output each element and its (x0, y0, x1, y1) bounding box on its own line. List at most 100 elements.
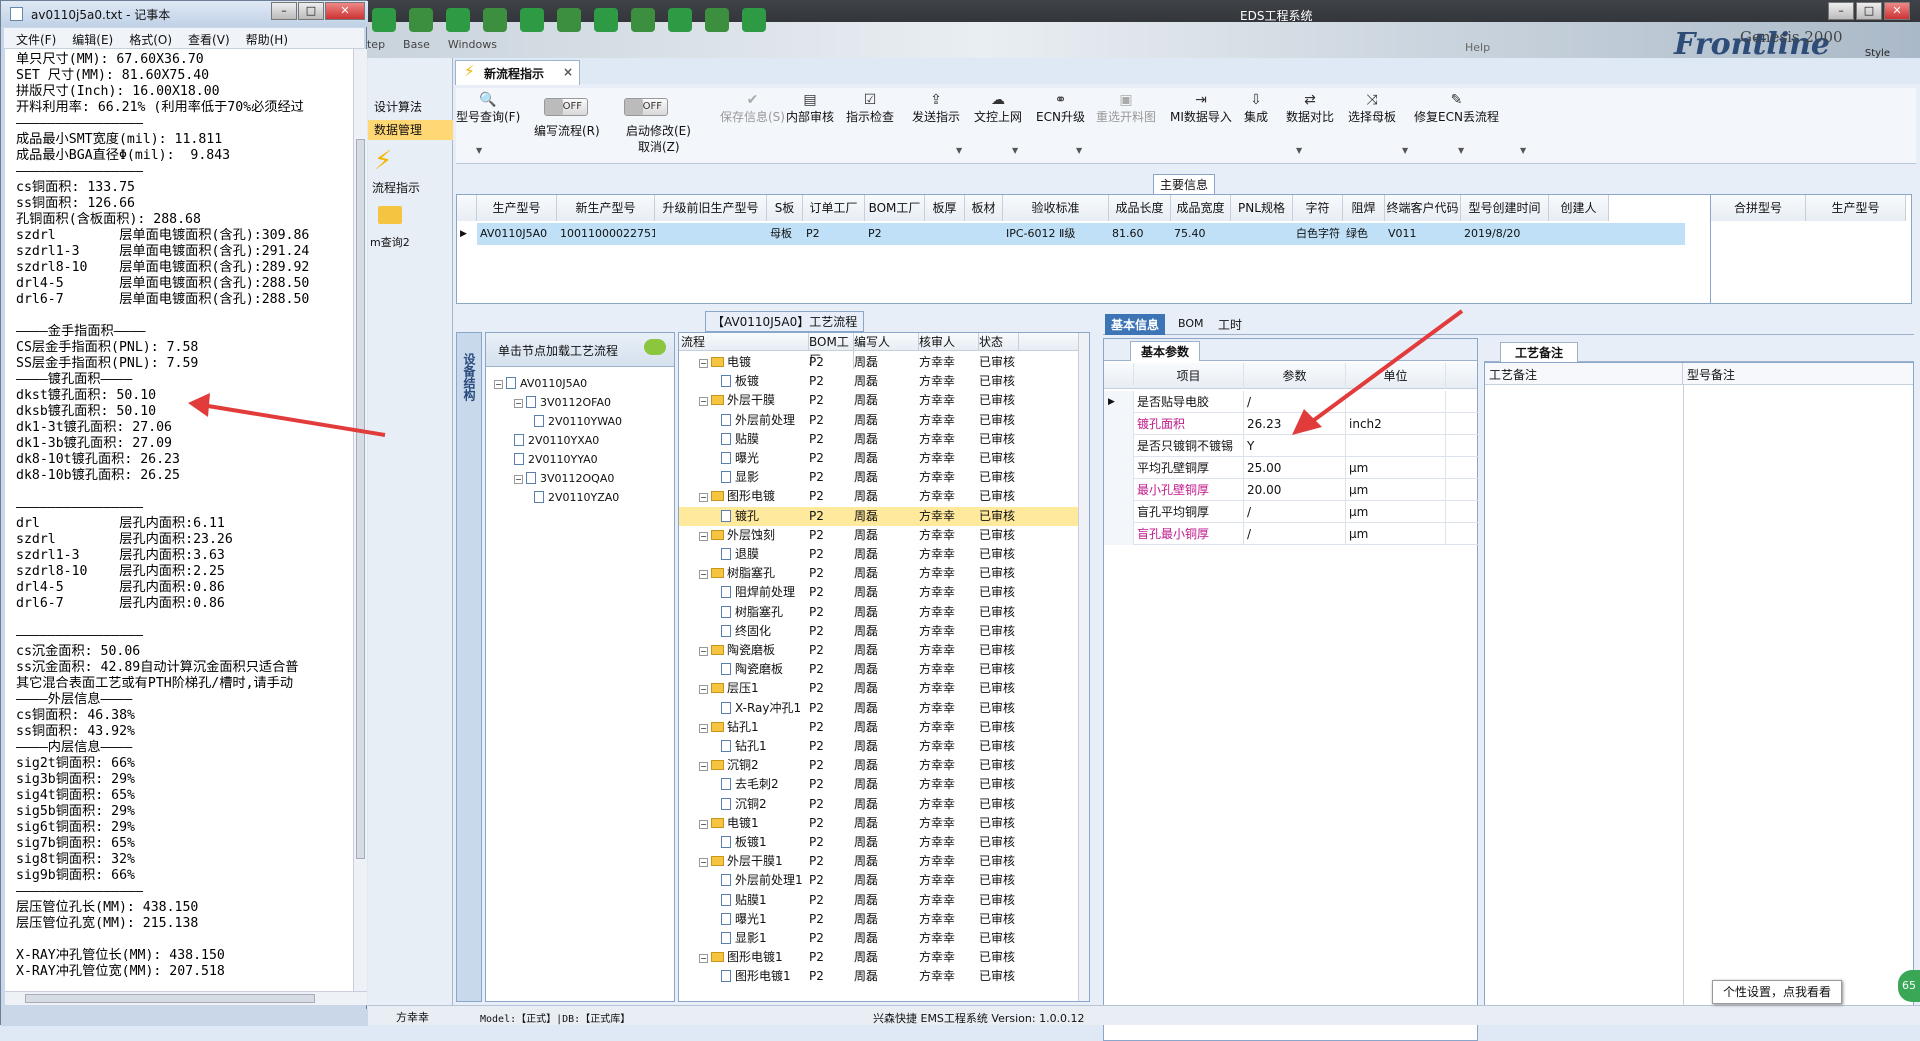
cell[interactable] (655, 223, 767, 245)
cell[interactable]: IPC-6012 Ⅱ级 (1003, 223, 1109, 245)
flow-row[interactable]: 阻焊前处理 P2 周磊 方幸幸 已审核 (679, 583, 1079, 602)
nav-flow-indicator[interactable]: 流程指示 (368, 179, 453, 196)
basic-row[interactable]: 盲孔最小铜厚 / μm (1104, 523, 1479, 545)
col-header[interactable]: 成品宽度 (1171, 195, 1231, 221)
flow-row[interactable]: − 电镀1 P2 周磊 方幸幸 已审核 (679, 814, 1079, 833)
flow-row[interactable]: 外层前处理1 P2 周磊 方幸幸 已审核 (679, 871, 1079, 890)
dropdown-arrow-icon[interactable]: ▼ (1520, 146, 1526, 155)
app-tool-icon[interactable] (668, 8, 692, 32)
nav-query[interactable]: m查询2 (368, 234, 453, 250)
col-header[interactable]: 板厚 (925, 195, 965, 221)
notepad-text-area[interactable]: 单只尺寸(MM): 67.60X36.70 SET 尺寸(MM): 81.60X7… (5, 49, 353, 991)
flow-row[interactable]: − 图形电镀1 P2 周磊 方幸幸 已审核 (679, 948, 1079, 967)
flow-row[interactable]: 终固化 P2 周磊 方幸幸 已审核 (679, 622, 1079, 641)
col-header[interactable]: 阻焊 (1343, 195, 1385, 221)
app-tool-icon[interactable] (705, 8, 729, 32)
expand-icon[interactable]: − (514, 475, 523, 484)
app-tool-icon[interactable] (520, 8, 544, 32)
param-value[interactable]: / (1244, 501, 1346, 523)
tree-node[interactable]: 2V0110YZA0 (534, 491, 619, 504)
toggle-off-switch[interactable]: OFF (624, 98, 668, 116)
col-header[interactable]: 型号创建时间 (1461, 195, 1549, 221)
flow-row[interactable]: 沉铜2 P2 周磊 方幸幸 已审核 (679, 795, 1079, 814)
app-tool-icon[interactable] (557, 8, 581, 32)
param-value[interactable]: 25.00 (1244, 457, 1346, 479)
notepad-close-button[interactable]: ✕ (325, 2, 365, 20)
flow-row[interactable]: 曝光1 P2 周磊 方幸幸 已审核 (679, 910, 1079, 929)
right-col-header[interactable]: 合拼型号 (1710, 195, 1806, 221)
flow-row[interactable]: 贴膜 P2 周磊 方幸幸 已审核 (679, 430, 1079, 449)
basic-row[interactable]: ▶ 是否贴导电胶 / (1104, 391, 1479, 413)
dropdown-arrow-icon[interactable]: ▼ (1402, 146, 1408, 155)
expand-icon[interactable]: − (514, 399, 523, 408)
toolbar-checklist-button[interactable]: ☑ 指示检查 (846, 92, 894, 125)
personalize-tooltip[interactable]: 个性设置，点我看看 (1712, 980, 1842, 1004)
basic-row[interactable]: 最小孔壁铜厚 20.00 μm (1104, 479, 1479, 501)
flow-col-header[interactable]: 编写人 (854, 333, 919, 351)
notepad-maximize-button[interactable]: □ (298, 2, 324, 20)
flow-row[interactable]: 贴膜1 P2 周磊 方幸幸 已审核 (679, 891, 1079, 910)
tree-node[interactable]: 2V0110YXA0 (514, 434, 599, 447)
collapse-icon[interactable]: − (699, 762, 708, 772)
flow-row[interactable]: 显影1 P2 周磊 方幸幸 已审核 (679, 929, 1079, 948)
collapse-icon[interactable]: − (699, 359, 708, 368)
col-header[interactable]: S板 (767, 195, 803, 221)
notepad-vscroll-thumb[interactable] (356, 139, 365, 859)
app-tool-icon[interactable] (372, 8, 396, 32)
col-header[interactable]: PNL规格 (1231, 195, 1293, 221)
collapse-icon[interactable]: − (699, 723, 708, 733)
dropdown-arrow-icon[interactable]: ▼ (1012, 146, 1018, 155)
tree-node[interactable]: 2V0110YWA0 (534, 415, 622, 428)
collapse-icon[interactable]: − (699, 397, 708, 407)
cell[interactable]: 10011000022751 (557, 223, 655, 245)
col-header[interactable]: 字符 (1293, 195, 1343, 221)
app-maximize-button[interactable]: □ (1856, 2, 1882, 20)
cell[interactable] (925, 223, 965, 245)
collapse-icon[interactable]: − (699, 954, 708, 964)
toolbar-2-button[interactable]: 启动修改(E) (626, 122, 691, 139)
notepad-menu-item[interactable]: 查看(V) (188, 33, 230, 47)
notepad-vscroll[interactable] (353, 49, 367, 991)
dropdown-arrow-icon[interactable]: ▼ (1458, 146, 1464, 155)
app-tool-icon[interactable] (483, 8, 507, 32)
flow-row[interactable]: − 沉铜2 P2 周磊 方幸幸 已审核 (679, 756, 1079, 775)
flow-row[interactable]: X-Ray冲孔1 P2 周磊 方幸幸 已审核 (679, 699, 1079, 718)
basic-row[interactable]: 是否只镀铜不镀锡 Y (1104, 435, 1479, 457)
dropdown-arrow-icon[interactable]: ▼ (956, 146, 962, 155)
flow-row[interactable]: 树脂塞孔 P2 周磊 方幸幸 已审核 (679, 603, 1079, 622)
cancel-button[interactable]: 取消(Z) (638, 138, 680, 155)
col-header[interactable]: 板材 (965, 195, 1003, 221)
flow-row[interactable]: 图形电镀1 P2 周磊 方幸幸 已审核 (679, 967, 1079, 986)
tab-basic-params[interactable]: 基本参数 (1130, 341, 1201, 361)
flow-row[interactable]: 陶瓷磨板 P2 周磊 方幸幸 已审核 (679, 660, 1079, 679)
tab-new-flow[interactable]: ⚡ 新流程指示 × (455, 60, 580, 85)
tree-node[interactable]: 2V0110YYA0 (514, 453, 598, 466)
right-col-header[interactable]: 生产型号 (1806, 195, 1906, 221)
notepad-minimize-button[interactable]: – (271, 2, 297, 20)
cell[interactable] (965, 223, 1003, 245)
cell[interactable]: P2 (803, 223, 865, 245)
notepad-hscroll-thumb[interactable] (25, 994, 315, 1003)
toolbar-upload-button[interactable]: ⇪ 发送指示 (912, 92, 960, 125)
cell[interactable] (1231, 223, 1293, 245)
nav-design-algorithm[interactable]: 设计算法 (368, 98, 453, 115)
tab-bom[interactable]: BOM (1178, 317, 1204, 330)
nav-data-management[interactable]: 数据管理 (368, 120, 453, 140)
basic-col-header[interactable]: 参数 (1244, 363, 1346, 389)
tree-node[interactable]: − 3V0112OFA0 (514, 396, 611, 409)
col-header[interactable]: 升级前旧生产型号 (655, 195, 767, 221)
collapse-icon[interactable]: − (699, 685, 708, 695)
flow-row[interactable]: − 外层干膜 P2 周磊 方幸幸 已审核 (679, 391, 1079, 410)
col-header[interactable]: 生产型号 (477, 195, 557, 221)
collapse-icon[interactable]: − (699, 647, 708, 656)
app-tool-icon[interactable] (446, 8, 470, 32)
param-value[interactable]: Y (1244, 435, 1346, 457)
flow-row[interactable]: − 钻孔1 P2 周磊 方幸幸 已审核 (679, 718, 1079, 737)
style-label[interactable]: Style (1865, 48, 1890, 59)
toolbar-cloud-button[interactable]: ☁ 文控上网 (974, 92, 1022, 125)
notepad-menu-item[interactable]: 帮助(H) (246, 33, 288, 47)
app-close-button[interactable]: ✕ (1884, 2, 1910, 20)
dropdown-arrow-icon[interactable]: ▼ (476, 146, 482, 155)
cell[interactable]: 75.40 (1171, 223, 1231, 245)
col-header[interactable]: 创建人 (1549, 195, 1609, 221)
